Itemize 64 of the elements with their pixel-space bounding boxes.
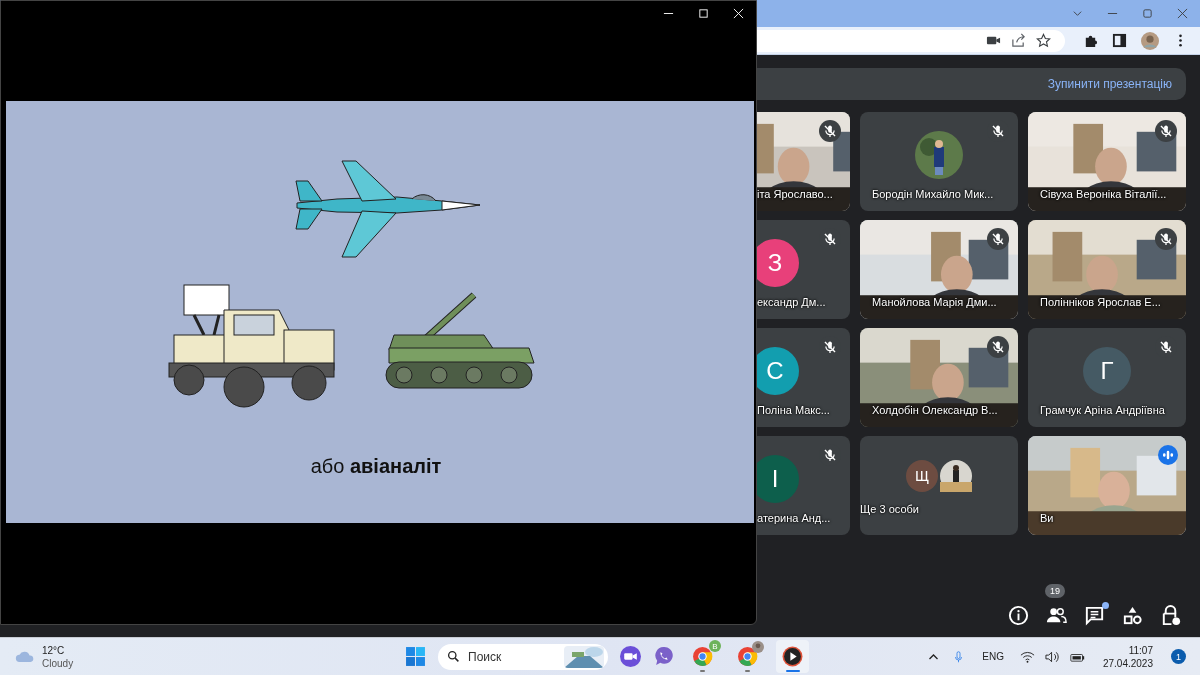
participant-tile[interactable]: З ександр Дм... [757, 220, 850, 319]
avatar-initial: Щ [906, 459, 938, 492]
participant-tile[interactable]: іта Ярославо... [757, 112, 850, 211]
restore-icon[interactable] [1142, 8, 1153, 19]
participant-name: Полінніков Ярослав Е... [1040, 296, 1161, 308]
participant-name: іта Ярославо... [757, 188, 833, 200]
profile-badge: В [709, 640, 721, 652]
play-icon [782, 646, 803, 667]
participant-count: 19 [1045, 584, 1065, 598]
participant-name: Ви [1040, 512, 1054, 524]
participant-name: Манойлова Марія Дми... [872, 296, 997, 308]
participant-name: Бородін Михайло Мик... [872, 188, 994, 200]
participant-name: Поліна Макс... [757, 404, 830, 416]
participant-name: Ще 3 особи [860, 503, 920, 515]
speaking-icon [1158, 445, 1178, 465]
side-panel-icon[interactable] [1112, 33, 1127, 48]
participant-tile[interactable]: Манойлова Марія Дми... [860, 220, 1018, 319]
participant-tile[interactable]: Ви [1028, 436, 1186, 535]
star-icon[interactable] [1036, 33, 1051, 48]
windows-start-icon[interactable] [405, 646, 426, 667]
video-call-icon[interactable] [620, 646, 641, 667]
profile-avatar[interactable] [1141, 31, 1159, 50]
language-indicator[interactable]: ENG [982, 651, 1004, 662]
running-indicator [700, 670, 705, 672]
weather-label: Cloudy [42, 656, 74, 670]
active-app-highlight[interactable] [776, 640, 809, 673]
tab-search-icon[interactable] [1072, 8, 1083, 19]
participant-tile[interactable]: Щ Ще 3 особи [860, 436, 1018, 535]
participant-name: Сівуха Вероніка Віталії... [1040, 188, 1167, 200]
maximize-icon[interactable] [698, 8, 709, 19]
avatar-initial: З [757, 238, 799, 287]
notification-badge[interactable]: 1 [1171, 649, 1186, 664]
participant-name: атерина Анд... [757, 512, 831, 524]
participant-name: Грамчук Аріна Андріївна [1040, 404, 1165, 416]
chrome-icon[interactable] [692, 646, 713, 667]
search-icon [447, 649, 460, 663]
avatar-initial: І [757, 454, 799, 503]
phone-bubble-icon[interactable] [653, 646, 674, 667]
chrome-icon[interactable] [737, 646, 758, 667]
participant-tile[interactable]: Бородін Михайло Мик... [860, 112, 1018, 211]
participant-tile[interactable]: Полінніков Ярослав Е... [1028, 220, 1186, 319]
wifi-icon[interactable] [1019, 650, 1035, 663]
running-indicator [745, 670, 750, 672]
clock-date[interactable]: 27.04.2023 [1102, 656, 1153, 670]
info-icon[interactable] [1007, 604, 1030, 627]
slide-caption: або авіаналіт [310, 455, 442, 478]
participant-name: Холдобін Олександр В... [872, 404, 998, 416]
participant-tile[interactable]: Сівуха Вероніка Віталії... [1028, 112, 1186, 211]
share-icon[interactable] [1011, 33, 1026, 48]
avatar-initial: Г [1083, 346, 1131, 395]
participant-tile[interactable]: С Поліна Макс... [757, 328, 850, 427]
shapes-icon[interactable] [1121, 604, 1144, 627]
stop-presenting-button[interactable]: Зупинити презентацію [1043, 73, 1176, 95]
temperature: 12°C [42, 643, 66, 657]
participant-name: ександр Дм... [757, 296, 826, 308]
avatar-initial: С [757, 346, 799, 395]
volume-icon[interactable] [1044, 650, 1060, 663]
puzzle-icon[interactable] [1083, 33, 1098, 48]
participant-tile[interactable]: Г Грамчук Аріна Андріївна [1028, 328, 1186, 427]
chat-icon[interactable] [1083, 604, 1106, 627]
participant-tile[interactable]: І атерина Анд... [757, 436, 850, 535]
clock-time[interactable]: 11:07 [1128, 643, 1153, 657]
participant-tile[interactable]: Холдобін Олександр В... [860, 328, 1018, 427]
running-indicator [785, 670, 800, 672]
